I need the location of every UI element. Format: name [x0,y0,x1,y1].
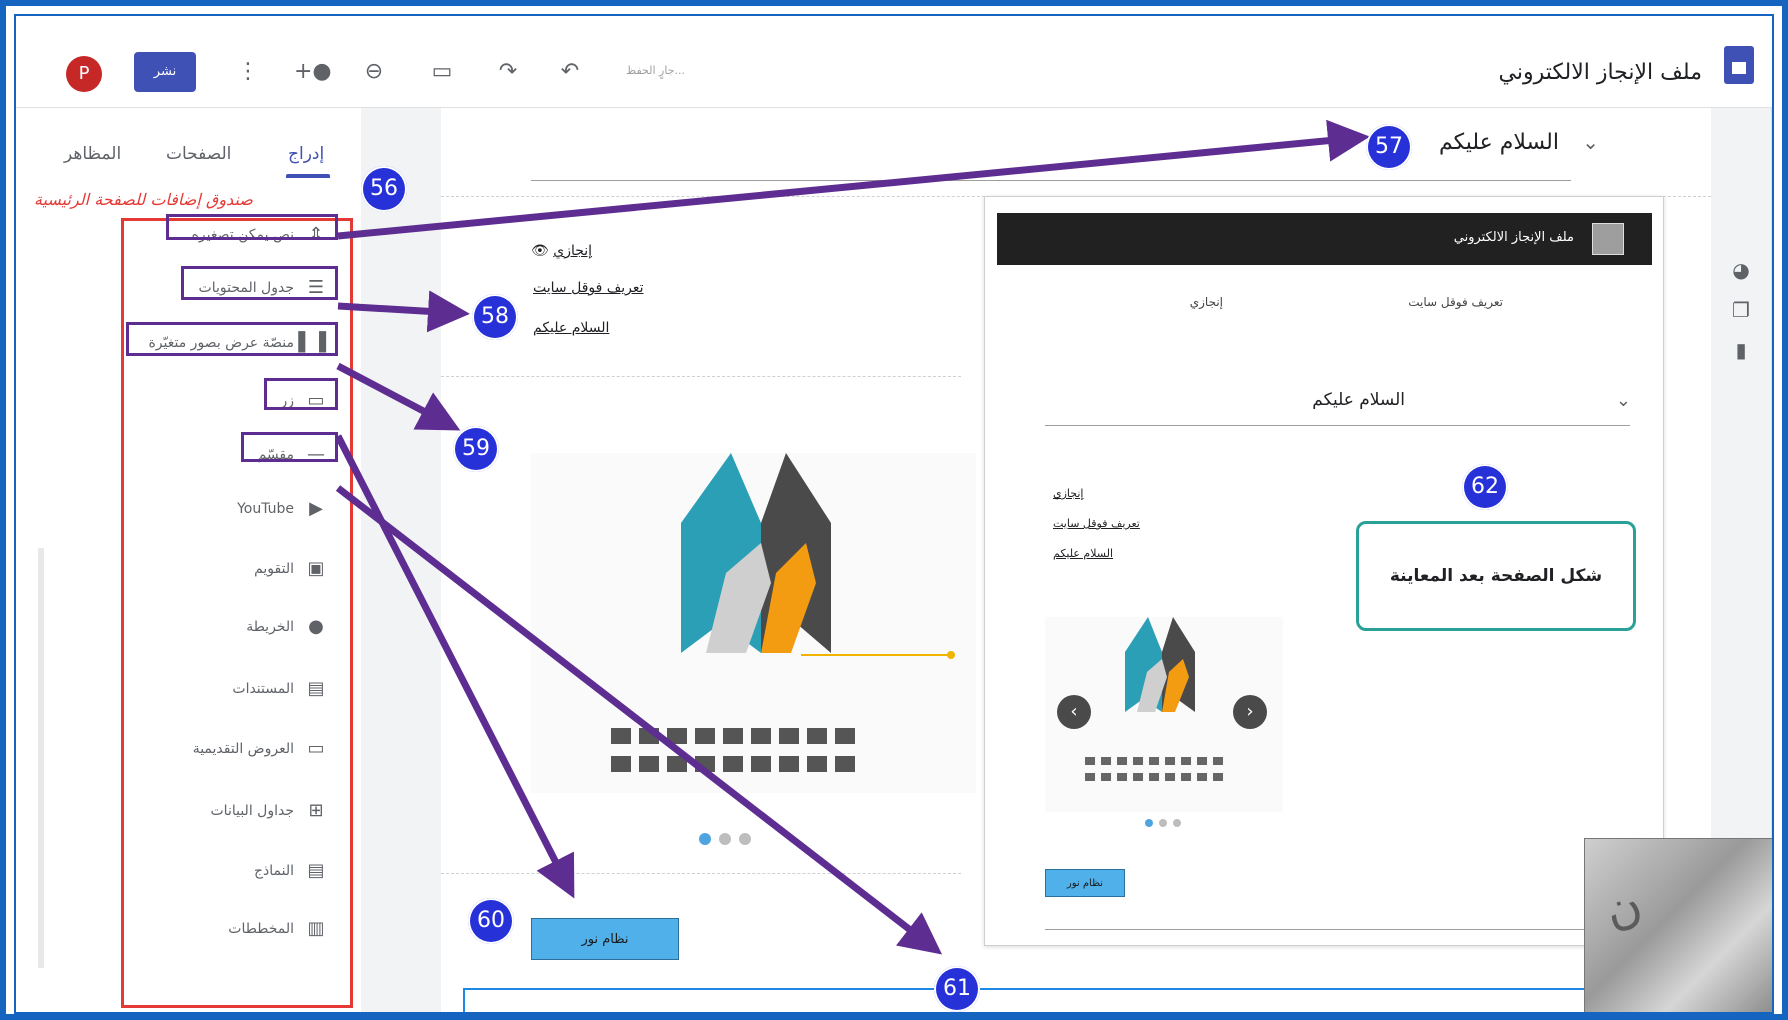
badge-58: 58 [472,294,518,340]
annotation-box-carousel [126,322,338,356]
share-add-person-icon[interactable]: +● [294,58,332,86]
redo-icon[interactable]: ↷ [494,58,522,86]
annotation-caption: صندوق إضافات للصفحة الرئيسية [34,190,253,209]
undo-icon[interactable]: ↶ [556,58,584,86]
sidebar-item-sheets[interactable]: ⊞ جداول البيانات [211,796,327,826]
sidebar-item-charts[interactable]: ▥ المخططات [228,914,326,944]
badge-62: 62 [1462,464,1508,510]
sidebar-item-forms[interactable]: ▤ النماذج [254,856,326,886]
site-title[interactable]: ملف الإنجاز الالكتروني [1498,60,1702,85]
carousel-image [611,453,955,772]
carousel-dot[interactable] [719,833,731,845]
watermark-stamp: ن [1584,838,1772,1012]
tab-pages[interactable]: الصفحات [166,144,231,164]
sidebar-item-map[interactable]: ● الخريطة [246,612,326,642]
selected-section-outline [463,988,1688,1012]
annotation-box-collapsible [166,214,338,240]
youtube-icon: ▶ [309,498,323,519]
calendar-icon: ▣ [307,558,325,579]
sidebar-item-youtube[interactable]: ▶ YouTube [237,494,326,524]
sidebar-item-docs[interactable]: ▤ المستندات [232,674,326,704]
carousel-dot-active[interactable] [699,833,711,845]
screenshot-frame: ملف الإنجاز الالكتروني جارٍ الحفظ... ↶ ↷… [0,0,1788,1020]
annotation-box-button [264,378,338,410]
preview-carousel-dot[interactable] [1159,819,1167,827]
sidebar-item-label: المخططات [228,921,294,937]
charts-icon: ▥ [307,918,325,939]
active-tab-indicator [286,174,330,178]
sidebar-item-label: جداول البيانات [210,803,295,819]
sidebar-item-calendar[interactable]: ▣ التقويم [254,554,326,584]
sidebar-item-label: المستندات [232,681,294,697]
section-separator [441,376,961,377]
collapsible-heading[interactable]: السلام عليكم [1439,130,1559,155]
preview-heading-divider [1045,425,1630,426]
preview-link-about[interactable]: تعريف فوقل سايت [1053,517,1140,530]
preview-link-greeting[interactable]: السلام عليكم [1053,547,1113,560]
preview-devices-icon[interactable]: ▭ [428,58,456,86]
preview-link-achievements[interactable]: إنجازي [1053,487,1084,500]
noor-system-button[interactable]: نظام نور [531,918,679,960]
preview-site-title: ملف الإنجاز الالكتروني [1453,230,1574,245]
toc-item-greeting[interactable]: السلام عليكم [533,320,609,336]
carousel-dot[interactable] [739,833,751,845]
insert-sidebar: إدراج الصفحات المظاهر صندوق إضافات للصفح… [16,108,361,1012]
sidebar-item-label: التقويم [254,561,294,577]
map-pin-icon: ● [308,616,324,637]
preview-carousel-dot-active[interactable] [1145,819,1153,827]
sidebar-item-slides[interactable]: ▭ العروض التقديمية [193,734,326,764]
preview-logo [1592,223,1624,255]
sheets-icon: ⊞ [308,800,324,821]
preview-noor-button[interactable]: نظام نور [1045,869,1125,897]
tab-themes[interactable]: المظاهر [64,144,121,164]
preview-nav-achievements[interactable]: إنجازي [1190,295,1223,309]
toc-item-achievements[interactable]: 👁 إنجازي [531,243,592,259]
top-toolbar: ملف الإنجاز الالكتروني جارٍ الحفظ... ↶ ↷… [16,16,1772,108]
sidebar-item-label: النماذج [253,863,294,879]
icon-row [611,728,855,772]
duplicate-icon[interactable]: ❐ [1729,298,1753,322]
sites-logo-icon[interactable] [1724,46,1754,84]
avatar[interactable]: P [66,56,102,92]
section-separator [441,873,961,874]
badge-61: 61 [934,966,980,1012]
sidebar-scrollbar[interactable] [38,548,44,968]
link-icon[interactable]: ⊖ [360,58,388,86]
timeline-dot [947,651,955,659]
preview-header: ملف الإنجاز الالكتروني [997,213,1652,265]
carousel-prev-icon[interactable]: ‹ [1057,695,1091,729]
chevron-down-icon[interactable]: ⌄ [1582,130,1599,154]
badge-59: 59 [453,426,499,472]
carousel-next-icon[interactable]: › [1233,695,1267,729]
sidebar-item-label: العروض التقديمية [192,741,294,757]
chevron-down-icon[interactable]: ⌄ [1616,390,1631,411]
palette-icon[interactable]: ◕ [1729,258,1753,282]
annotation-box-divider [241,432,338,462]
badge-56: 56 [361,166,407,212]
saving-status: جارٍ الحفظ... [626,64,685,77]
docs-icon: ▤ [307,678,325,699]
sidebar-item-label: الخريطة [246,619,294,635]
preview-heading[interactable]: السلام عليكم [1312,390,1405,410]
annotation-box-toc [181,266,338,300]
slides-icon: ▭ [307,738,325,759]
image-carousel[interactable] [531,453,976,793]
google-sites-editor: ملف الإنجاز الالكتروني جارٍ الحفظ... ↶ ↷… [14,14,1774,1014]
toc-item-about-sites[interactable]: تعريف فوقل سايت [533,280,644,296]
heading-divider [531,180,1571,181]
badge-57: 57 [1366,124,1412,170]
preview-callout: شكل الصفحة بعد المعاينة [1356,521,1636,631]
forms-icon: ▤ [307,860,325,881]
preview-nav-about[interactable]: تعريف فوقل سايت [1408,295,1503,309]
publish-button[interactable]: نشر [134,52,196,92]
sidebar-item-label: YouTube [237,501,294,517]
preview-carousel-dot[interactable] [1173,819,1181,827]
preview-footer-divider [1045,929,1630,930]
more-vert-icon[interactable]: ⋮ [234,58,262,86]
badge-60: 60 [468,898,514,944]
tab-insert[interactable]: إدراج [288,144,324,164]
eye-icon: 👁 [531,243,549,259]
delete-icon[interactable]: ▮ [1729,338,1753,362]
